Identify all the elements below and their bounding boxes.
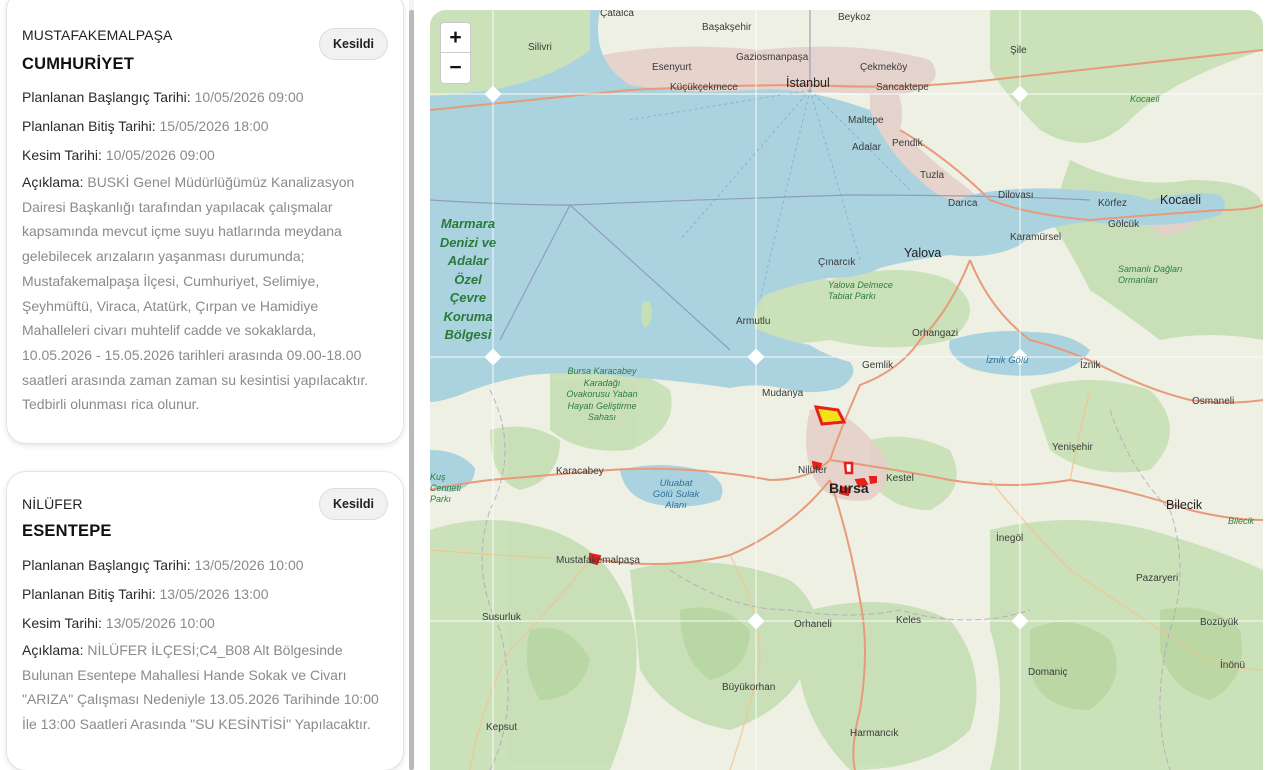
place-label: Şile <box>1010 45 1027 56</box>
place-label: Gölcük <box>1108 219 1140 230</box>
planned-start-label: Planlanan Başlangıç Tarihi: <box>22 557 191 573</box>
planned-end-label: Planlanan Bitiş Tarihi: <box>22 118 156 134</box>
planned-start-row: Planlanan Başlangıç Tarihi: 13/05/2026 1… <box>22 556 387 574</box>
place-label: Orhaneli <box>794 619 832 630</box>
planned-end-value: 15/05/2026 18:00 <box>159 118 269 134</box>
place-label: Kepsut <box>486 722 518 733</box>
place-label: Karamürsel <box>1010 232 1062 243</box>
list-scrollbar-thumb[interactable] <box>409 10 414 770</box>
zoom-out-button[interactable]: − <box>441 53 470 83</box>
place-label: Kocaeli <box>1160 193 1201 207</box>
place-label: Dilovası <box>998 190 1034 201</box>
place-label: İnönü <box>1220 660 1246 671</box>
planned-start-label: Planlanan Başlangıç Tarihi: <box>22 89 191 105</box>
place-label: Darıca <box>948 198 978 209</box>
cut-date-value: 13/05/2026 10:00 <box>105 615 215 631</box>
place-label: Samanlı Dağları Ormanları <box>1118 264 1183 285</box>
place-label: Küçükçekmece <box>670 82 738 93</box>
place-label: Domaniç <box>1028 667 1068 678</box>
planned-start-row: Planlanan Başlangıç Tarihi: 10/05/2026 0… <box>22 88 387 106</box>
planned-end-row: Planlanan Bitiş Tarihi: 15/05/2026 18:00 <box>22 117 387 135</box>
place-label: Yenişehir <box>1052 442 1093 453</box>
place-label: Mustafakemalpaşa <box>556 555 640 566</box>
neighborhood-name: ESENTEPE <box>22 522 112 540</box>
cut-date-label: Kesim Tarihi: <box>22 615 102 631</box>
outage-polygon-bursa-1[interactable] <box>843 461 854 475</box>
place-label: İznik <box>1080 360 1101 371</box>
place-label: Pazaryeri <box>1136 573 1179 584</box>
place-label: Pendik <box>892 138 923 149</box>
place-label: Gaziosmanpaşa <box>736 52 809 63</box>
place-label: Büyükorhan <box>722 682 776 693</box>
place-label: Tuzla <box>920 170 945 181</box>
place-label: Gemlik <box>862 360 894 371</box>
place-label: Karacabey <box>556 466 604 477</box>
place-label: Osmaneli <box>1192 396 1235 407</box>
place-label: Maltepe <box>848 115 884 126</box>
cut-date-value: 10/05/2026 09:00 <box>105 147 215 163</box>
place-label: Yalova <box>904 246 942 260</box>
place-label: Çekmeköy <box>860 62 908 73</box>
place-label: Kuş Cenneti Parkı <box>430 472 462 504</box>
outage-card[interactable]: NİLÜFER Kesildi ESENTEPE Planlanan Başla… <box>6 471 404 770</box>
map-view[interactable]: Marmara Denizi ve Adalar Özel Çevre Koru… <box>430 10 1263 770</box>
place-label: Sancaktepe <box>876 82 929 93</box>
place-label: Kocaeli <box>1130 94 1160 104</box>
place-label: Körfez <box>1098 198 1127 209</box>
planned-end-label: Planlanan Bitiş Tarihi: <box>22 586 156 602</box>
place-label: Yalova Delmece Tabiat Parkı <box>828 280 893 301</box>
place-label: Mudanya <box>762 388 804 399</box>
description-label: Açıklama: <box>22 642 84 658</box>
status-button[interactable]: Kesildi <box>319 28 388 60</box>
place-label: İnegöl <box>996 533 1024 544</box>
place-label: Başakşehir <box>702 22 752 33</box>
place-label: Bilecik <box>1228 516 1255 526</box>
place-label: Harmancık <box>850 728 899 739</box>
description-text: BUSKİ Genel Müdürlüğümüz Kanalizasyon Da… <box>22 174 369 413</box>
place-label: Adalar <box>852 142 881 153</box>
status-button[interactable]: Kesildi <box>319 488 388 520</box>
place-label: Armutlu <box>736 316 771 327</box>
map-basemap <box>430 10 1263 770</box>
place-label: Silivri <box>528 42 552 53</box>
planned-start-value: 13/05/2026 10:00 <box>194 557 304 573</box>
place-label: Esenyurt <box>652 62 692 73</box>
place-label: Bursa Karacabey Karadağı Ovakorusu Yaban… <box>566 366 638 422</box>
place-label: Bozüyük <box>1200 617 1239 628</box>
place-label: İznik Gölü <box>986 355 1029 366</box>
zoom-in-button[interactable]: + <box>441 23 470 53</box>
place-label: Nilüfer <box>798 465 827 476</box>
marine-area-label: Marmara Denizi ve Adalar Özel Çevre Koru… <box>439 216 497 342</box>
cut-date-label: Kesim Tarihi: <box>22 147 102 163</box>
outage-list[interactable]: MUSTAFAKEMALPAŞA Kesildi CUMHURİYET Plan… <box>0 0 420 770</box>
place-label: Kestel <box>886 473 914 484</box>
zoom-control: + − <box>440 22 471 84</box>
place-label: Bursa <box>829 480 869 496</box>
outage-polygon-bursa-3[interactable] <box>868 476 877 485</box>
outage-card[interactable]: MUSTAFAKEMALPAŞA Kesildi CUMHURİYET Plan… <box>6 0 404 444</box>
planned-start-value: 10/05/2026 09:00 <box>194 89 304 105</box>
place-label: Beykoz <box>838 12 871 23</box>
place-label: Bilecik <box>1166 498 1203 512</box>
description-label: Açıklama: <box>22 174 84 190</box>
place-label: Çatalca <box>600 10 634 19</box>
place-label: İstanbul <box>786 76 830 90</box>
description: Açıklama: NİLÜFER İLÇESİ;C4_B08 Alt Bölg… <box>22 638 387 737</box>
planned-end-row: Planlanan Bitiş Tarihi: 13/05/2026 13:00 <box>22 585 387 603</box>
place-label: Çınarcık <box>818 257 856 268</box>
cut-date-row: Kesim Tarihi: 13/05/2026 10:00 <box>22 614 387 632</box>
place-label: Susurluk <box>482 612 521 623</box>
planned-end-value: 13/05/2026 13:00 <box>159 586 269 602</box>
description: Açıklama: BUSKİ Genel Müdürlüğümüz Kanal… <box>22 170 387 417</box>
place-label: Keles <box>896 615 922 626</box>
place-label: Uluabat Gölü Sulak Alanı <box>652 478 700 511</box>
cut-date-row: Kesim Tarihi: 10/05/2026 09:00 <box>22 146 387 164</box>
place-label: Orhangazi <box>912 328 959 339</box>
